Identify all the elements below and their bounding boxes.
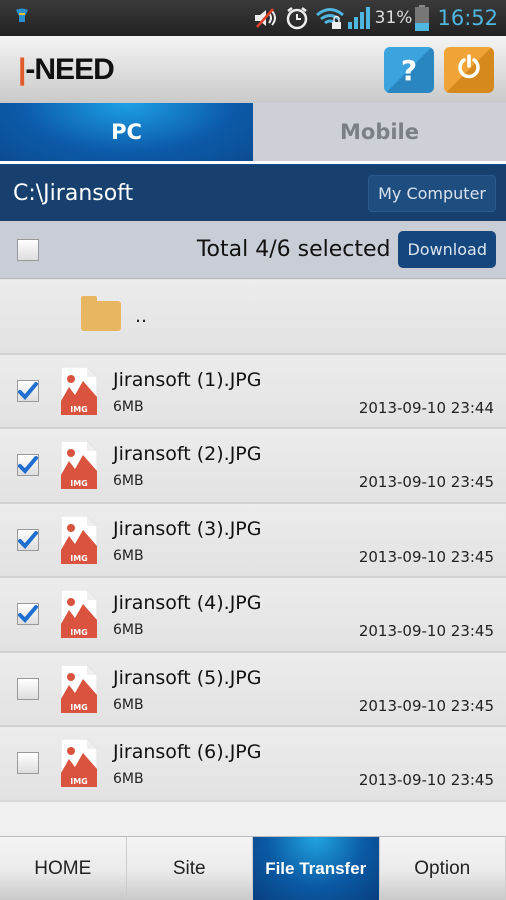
file-size: 6MB [113,622,144,638]
file-date: 2013-09-10 23:45 [358,473,494,491]
file-row[interactable]: IMG Jiransoft (4).JPG 6MB 2013-09-10 23:… [0,578,506,653]
nav-home[interactable]: HOME [0,837,127,900]
help-icon: ? [400,53,418,87]
image-file-icon: IMG [60,589,98,639]
app-notification-icon [14,7,30,25]
file-date: 2013-09-10 23:44 [358,398,494,417]
bottom-navigation: HOME Site File Transfer Option [0,836,506,900]
svg-text:IMG: IMG [70,628,88,637]
help-button[interactable]: ? [384,47,434,93]
file-date: 2013-09-10 23:45 [358,696,494,715]
nav-site[interactable]: Site [126,837,253,900]
select-all-checkbox[interactable] [17,238,39,261]
selection-bar: Total 4/6 selected Download [0,221,506,279]
nav-option[interactable]: Option [379,837,506,900]
file-checkbox[interactable] [17,603,39,626]
file-checkbox[interactable] [17,379,39,402]
tab-mobile[interactable]: Mobile [253,103,506,161]
file-size: 6MB [113,398,144,415]
file-date: 2013-09-10 23:45 [358,622,494,640]
checkmark-icon [18,605,38,624]
my-computer-button[interactable]: My Computer [368,174,496,212]
app-logo: |I-NEED-NEED [18,53,115,86]
image-file-icon: IMG [60,738,98,788]
checkmark-icon [18,381,38,400]
file-name: Jiransoft (1).JPG [113,368,262,391]
file-name: Jiransoft (5).JPG [113,666,262,689]
file-checkbox[interactable] [17,677,39,700]
parent-folder-row[interactable]: .. [0,280,506,355]
file-name: Jiransoft (4).JPG [113,592,262,614]
file-row[interactable]: IMG Jiransoft (5).JPG 6MB 2013-09-10 23:… [0,652,506,727]
file-name: Jiransoft (6).JPG [113,741,262,763]
svg-text:IMG: IMG [70,777,88,786]
path-bar: C:\Jiransoft My Computer [0,165,506,221]
nav-file-transfer[interactable]: File Transfer [253,837,380,900]
download-button[interactable]: Download [398,231,496,268]
file-name: Jiransoft (2).JPG [113,443,262,465]
alarm-icon [285,6,309,30]
file-size: 6MB [113,547,144,564]
current-path: C:\Jiransoft [13,180,134,206]
file-size: 6MB [113,696,144,713]
file-size: 6MB [113,473,144,489]
battery-percent: 31% [374,8,413,28]
tab-pc[interactable]: PC [0,103,253,161]
mute-icon [253,7,279,29]
file-date: 2013-09-10 23:45 [358,771,494,789]
file-checkbox[interactable] [17,752,39,775]
folder-icon [81,296,121,332]
image-file-icon: IMG [60,515,98,565]
power-button[interactable] [444,47,494,93]
signal-icon [347,6,371,30]
svg-text:IMG: IMG [70,703,88,712]
file-checkbox[interactable] [17,454,39,477]
file-list: .. IMG Jiransoft (1).JPG 6MB 2013-09-10 … [0,280,506,802]
checkmark-icon [18,530,38,549]
file-date: 2013-09-10 23:45 [358,547,494,566]
file-row[interactable]: IMG Jiransoft (6).JPG 6MB 2013-09-10 23:… [0,727,506,802]
selection-summary: Total 4/6 selected [196,237,391,262]
parent-folder-label: .. [135,305,148,328]
file-name: Jiransoft (3).JPG [113,517,262,540]
image-file-icon: IMG [60,440,98,490]
file-checkbox[interactable] [17,528,39,551]
device-tabs: PC Mobile [0,103,506,161]
list-footer-spacer [0,800,506,836]
checkmark-icon [18,456,38,475]
image-file-icon: IMG [60,366,98,416]
clock: 16:52 [437,6,498,30]
app-header: |I-NEED-NEED ? [0,36,506,104]
svg-text:IMG: IMG [70,554,88,563]
power-icon [456,53,482,87]
status-bar: 31% 16:52 [0,0,506,36]
wifi-locked-icon [315,6,345,30]
file-row[interactable]: IMG Jiransoft (3).JPG 6MB 2013-09-10 23:… [0,503,506,578]
file-size: 6MB [113,771,144,787]
svg-text:IMG: IMG [70,479,88,488]
file-row[interactable]: IMG Jiransoft (2).JPG 6MB 2013-09-10 23:… [0,429,506,504]
file-row[interactable]: IMG Jiransoft (1).JPG 6MB 2013-09-10 23:… [0,354,506,429]
battery-icon [415,5,430,31]
svg-text:IMG: IMG [70,405,88,414]
image-file-icon: IMG [60,664,98,714]
